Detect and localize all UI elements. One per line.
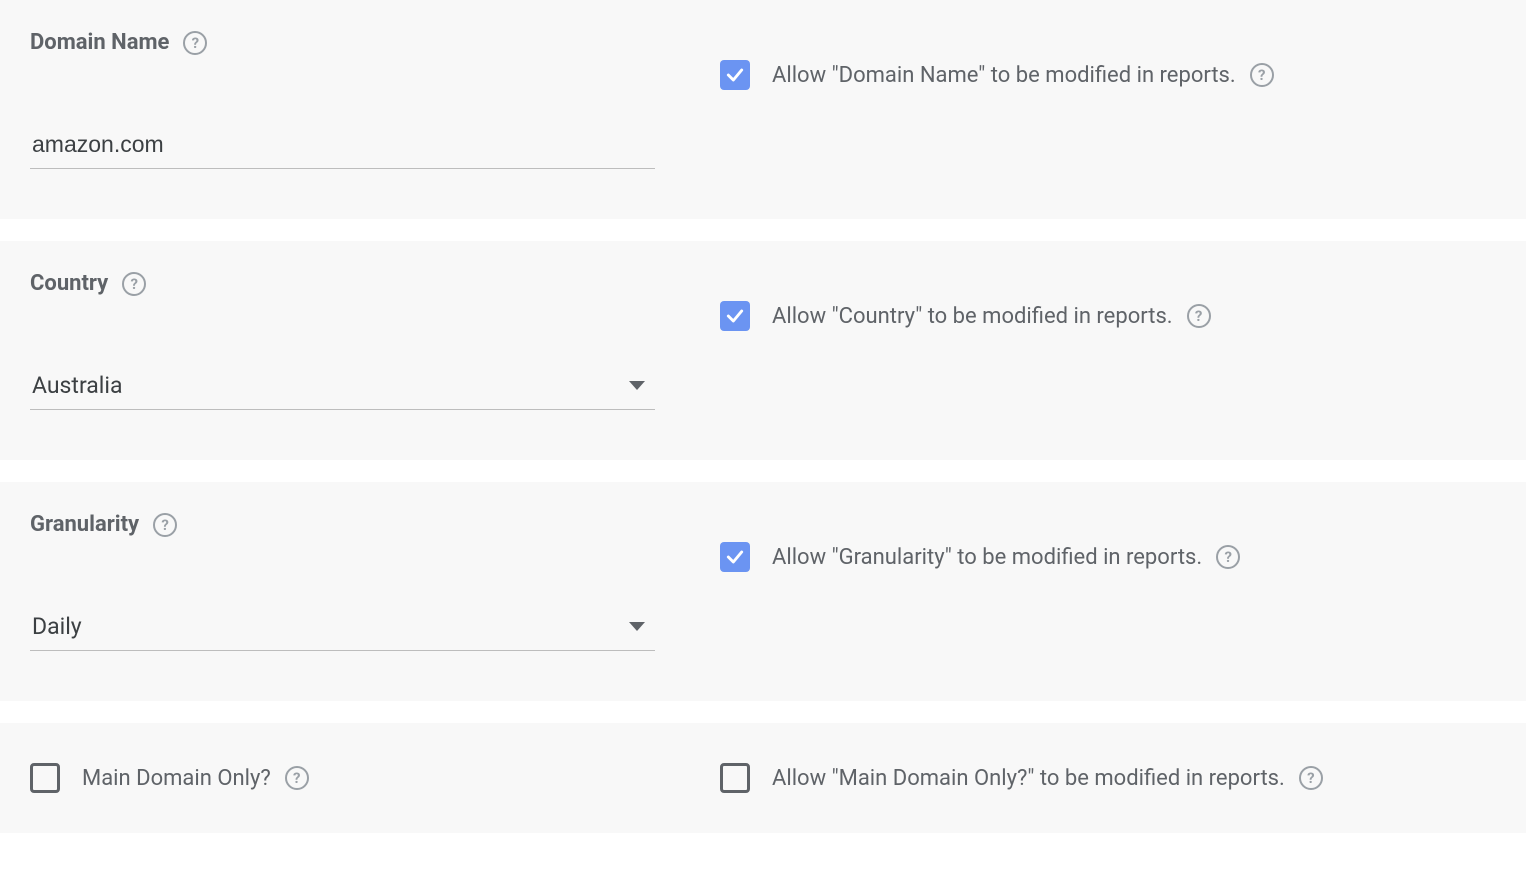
chevron-down-icon <box>629 381 645 390</box>
domain-name-label: Domain Name <box>30 30 169 55</box>
country-select-value: Australia <box>32 372 123 399</box>
help-icon[interactable]: ? <box>183 31 207 55</box>
help-icon[interactable]: ? <box>122 272 146 296</box>
main-domain-only-label: Main Domain Only? <box>82 766 271 791</box>
granularity-select[interactable]: Daily <box>30 607 655 651</box>
allow-granularity-label: Allow "Granularity" to be modified in re… <box>772 545 1202 570</box>
country-label: Country <box>30 271 108 296</box>
help-icon[interactable]: ? <box>285 766 309 790</box>
domain-name-input[interactable] <box>30 125 655 169</box>
check-icon <box>725 65 745 85</box>
chevron-down-icon <box>629 622 645 631</box>
help-icon[interactable]: ? <box>1216 545 1240 569</box>
check-icon <box>725 306 745 326</box>
help-icon[interactable]: ? <box>1299 766 1323 790</box>
granularity-section: Granularity ? Daily Allow "Granularity" … <box>0 482 1526 701</box>
help-icon[interactable]: ? <box>1187 304 1211 328</box>
allow-main-domain-only-label: Allow "Main Domain Only?" to be modified… <box>772 766 1285 791</box>
allow-granularity-checkbox[interactable] <box>720 542 750 572</box>
allow-domain-name-checkbox[interactable] <box>720 60 750 90</box>
allow-country-label: Allow "Country" to be modified in report… <box>772 304 1173 329</box>
check-icon <box>725 547 745 567</box>
domain-name-section: Domain Name ? Allow "Domain Name" to be … <box>0 0 1526 219</box>
help-icon[interactable]: ? <box>153 513 177 537</box>
allow-country-checkbox[interactable] <box>720 301 750 331</box>
main-domain-only-checkbox[interactable] <box>30 763 60 793</box>
allow-main-domain-only-checkbox[interactable] <box>720 763 750 793</box>
granularity-label: Granularity <box>30 512 139 537</box>
country-section: Country ? Australia Allow "Country" to b… <box>0 241 1526 460</box>
granularity-select-value: Daily <box>32 613 82 640</box>
help-icon[interactable]: ? <box>1250 63 1274 87</box>
country-select[interactable]: Australia <box>30 366 655 410</box>
main-domain-only-section: Main Domain Only? ? Allow "Main Domain O… <box>0 723 1526 833</box>
allow-domain-name-label: Allow "Domain Name" to be modified in re… <box>772 63 1236 88</box>
